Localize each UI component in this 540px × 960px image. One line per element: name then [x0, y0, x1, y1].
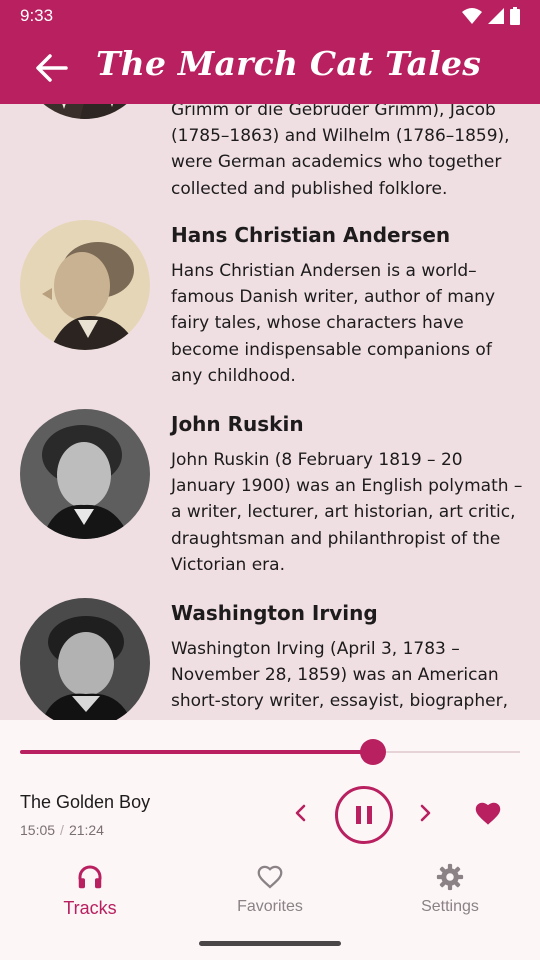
app-bar: The March Cat Tales: [0, 32, 540, 104]
author-description: John Ruskin (8 February 1819 – 20 Januar…: [171, 450, 523, 575]
elapsed-time: 15:05: [20, 822, 56, 838]
author-description: Washington Irving (April 3, 1783 – Novem…: [171, 639, 508, 712]
nav-label-settings: Settings: [421, 898, 479, 915]
seek-bar-progress: [20, 750, 373, 754]
pause-icon: [356, 806, 372, 824]
nav-label-favorites: Favorites: [237, 898, 303, 915]
back-button[interactable]: [34, 50, 70, 86]
author-portrait: [20, 220, 150, 350]
author-description: Hans Christian Andersen is a world–famou…: [171, 261, 496, 386]
previous-button[interactable]: [287, 800, 313, 826]
author-portrait: [20, 598, 150, 720]
track-time: 15:05/21:24: [20, 822, 104, 838]
author-portrait: [20, 409, 150, 539]
heart-outline-icon: [257, 865, 283, 889]
battery-icon: [510, 7, 520, 25]
author-name: Hans Christian Andersen: [171, 223, 451, 247]
chevron-right-icon: [420, 804, 431, 822]
status-bar: 9:33: [0, 0, 540, 32]
signal-icon: [488, 8, 504, 24]
time-separator: /: [60, 822, 64, 838]
chevron-left-icon: [295, 804, 306, 822]
gear-icon: [436, 863, 464, 891]
next-button[interactable]: [413, 800, 439, 826]
nav-tab-settings[interactable]: Settings: [360, 862, 540, 916]
duration-time: 21:24: [68, 822, 104, 838]
track-title: The Golden Boy: [20, 792, 151, 812]
favorite-button[interactable]: [472, 798, 504, 828]
headphones-icon: [78, 865, 102, 889]
arrow-back-icon: [36, 54, 68, 82]
status-icons: [462, 7, 520, 25]
heart-filled-icon: [475, 802, 501, 825]
seek-bar[interactable]: [20, 750, 520, 754]
author-description: Grimm or die Gebrüder Grimm), Jacob (178…: [171, 104, 510, 199]
nav-tab-tracks[interactable]: Tracks: [0, 862, 180, 919]
page-title: The March Cat Tales: [96, 44, 481, 83]
author-name: John Ruskin: [171, 412, 304, 436]
nav-label-tracks: Tracks: [63, 898, 117, 918]
author-name: Washington Irving: [171, 601, 378, 625]
nav-tab-favorites[interactable]: Favorites: [180, 862, 360, 916]
authors-list[interactable]: Grimm or die Gebrüder Grimm), Jacob (178…: [0, 104, 540, 720]
status-time: 9:33: [20, 6, 54, 25]
wifi-icon: [462, 8, 482, 24]
gesture-handle[interactable]: [199, 941, 341, 946]
seek-bar-thumb[interactable]: [359, 739, 386, 765]
author-portrait: [20, 104, 150, 119]
pause-button[interactable]: [335, 786, 393, 844]
media-player: The Golden Boy 15:05/21:24: [0, 720, 540, 852]
